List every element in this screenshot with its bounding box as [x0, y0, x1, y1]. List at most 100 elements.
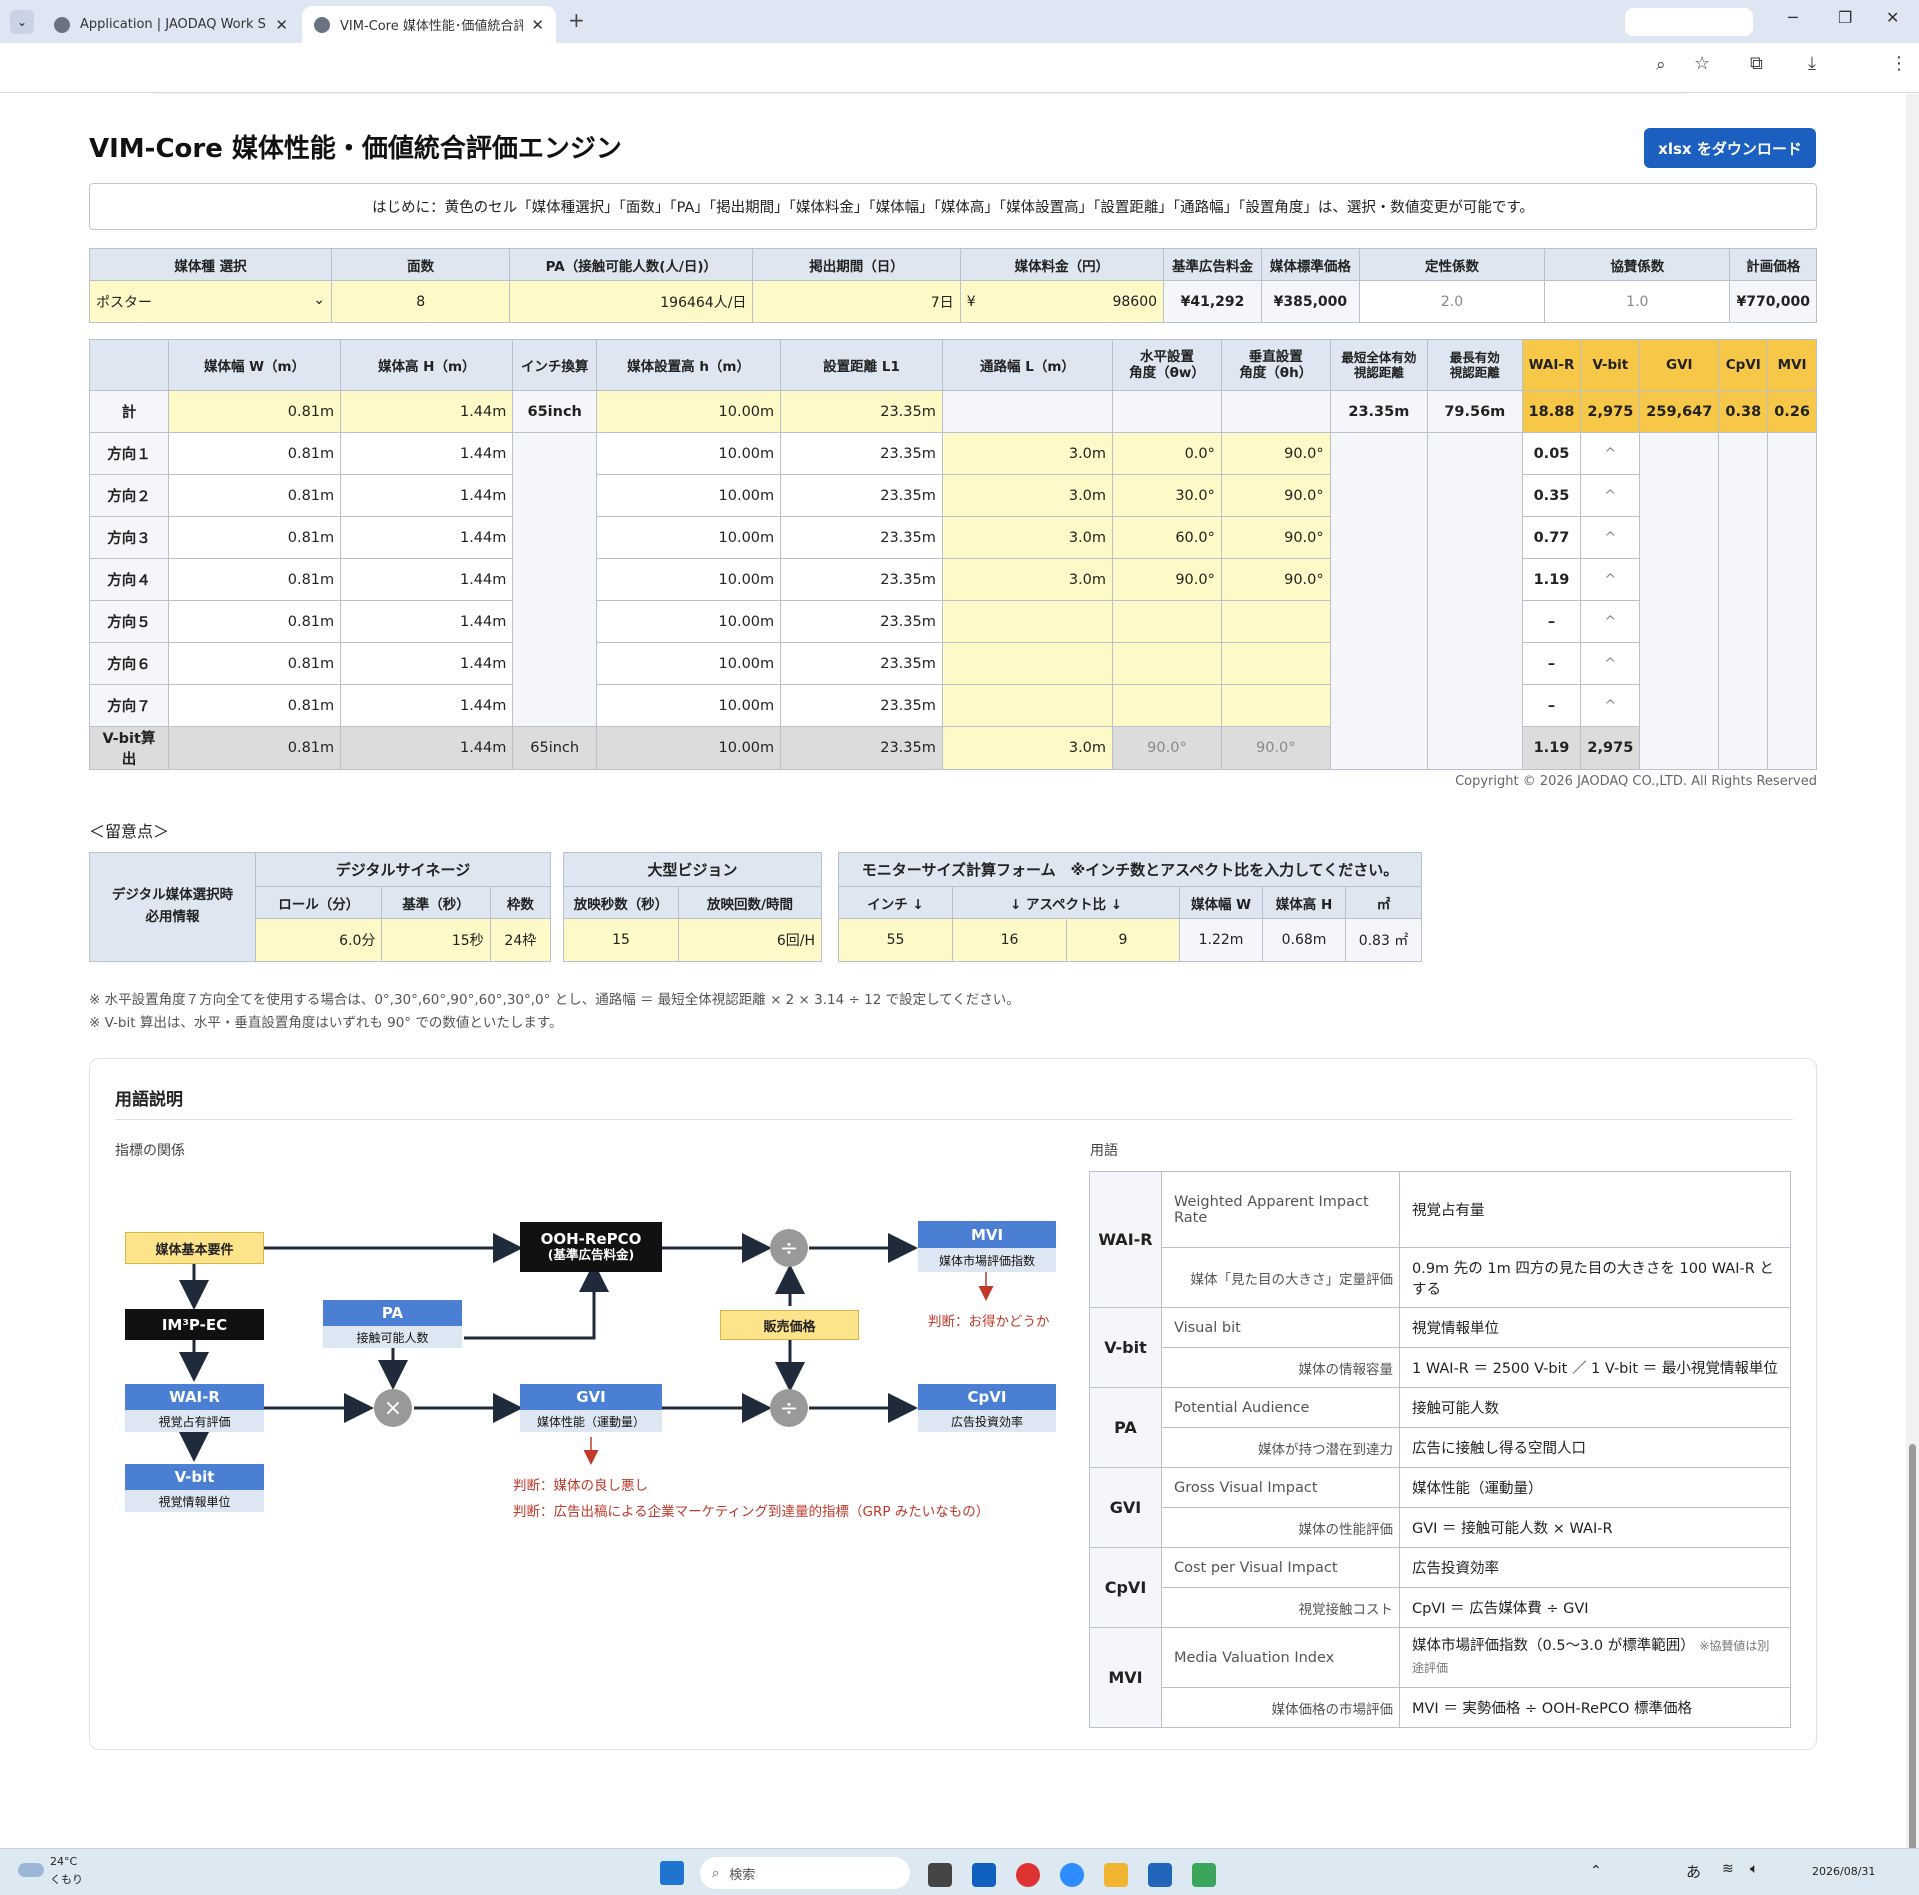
- notes-heading: ＜留意点＞: [89, 822, 170, 841]
- standard-input[interactable]: 15秒: [381, 918, 491, 962]
- col-header: 最長有効 視認距離: [1427, 339, 1523, 391]
- copyright: Copyright © 2026 JAODAQ CO.,LTD. All Rig…: [1455, 774, 1817, 789]
- qual-coef-value: 2.0: [1358, 280, 1546, 323]
- term-abbr: CpVI: [1089, 1547, 1162, 1628]
- globe-icon: [314, 16, 330, 33]
- globe-icon: [54, 16, 70, 33]
- aisle-input[interactable]: 3.0m: [941, 516, 1114, 559]
- col-header: 設置距離 L1: [780, 339, 943, 391]
- angle-w-input[interactable]: [1112, 600, 1222, 643]
- close-icon[interactable]: ✕: [275, 16, 288, 34]
- footnote: ※ 水平設置角度７方向全てを使用する場合は、0°,30°,60°,90°,60°…: [89, 992, 1020, 1008]
- plan-price-value: ¥770,000: [1729, 280, 1817, 323]
- angle-w-input[interactable]: [1112, 684, 1222, 727]
- angle-w-input[interactable]: 90.0°: [1112, 558, 1222, 601]
- node-mvi: MVI: [918, 1221, 1056, 1248]
- media-type-select[interactable]: ポスター ⌄: [88, 280, 333, 323]
- node-vbit: V-bit: [125, 1464, 264, 1490]
- aisle-input[interactable]: 3.0m: [941, 474, 1114, 517]
- aspect-w-input[interactable]: 16: [952, 918, 1067, 962]
- distance-input[interactable]: 23.35m: [780, 390, 943, 433]
- chevron-up-icon[interactable]: ⌃: [1590, 1863, 1602, 1879]
- file-app-icon[interactable]: [928, 1863, 952, 1887]
- angle-h-input[interactable]: [1220, 642, 1331, 685]
- menu-kebab-icon[interactable]: ⋮: [1890, 53, 1908, 74]
- taskbar-search[interactable]: ⌕ 検索: [700, 1857, 910, 1889]
- angle-w-input[interactable]: 0.0°: [1112, 432, 1222, 475]
- col-header: 掲出期間（日）: [752, 248, 961, 281]
- aisle-input[interactable]: [941, 600, 1114, 643]
- xlsx-download-button[interactable]: xlsx をダウンロード: [1644, 128, 1816, 168]
- node-sales-price: 販売価格: [720, 1310, 859, 1340]
- frames-input[interactable]: 24枠: [489, 918, 552, 962]
- folder-icon[interactable]: [1104, 1863, 1128, 1887]
- tab-jaodaq[interactable]: Application | JAODAQ Work Space ✕: [42, 6, 300, 43]
- angle-h-input[interactable]: [1220, 600, 1331, 643]
- aisle-input[interactable]: 3.0m: [941, 432, 1114, 475]
- col-header: 垂直設置 角度（θh）: [1220, 339, 1331, 391]
- angle-w-input[interactable]: [1112, 642, 1222, 685]
- angle-w-input[interactable]: 60.0°: [1112, 516, 1222, 559]
- app-icon[interactable]: [1192, 1863, 1216, 1887]
- angle-h-input[interactable]: 90.0°: [1220, 474, 1331, 517]
- period-input[interactable]: 7日: [752, 280, 961, 323]
- angle-h-input[interactable]: 90.0°: [1220, 516, 1331, 559]
- minimize-icon[interactable]: ─: [1788, 8, 1798, 27]
- wair-total: 18.88: [1521, 390, 1582, 433]
- close-icon[interactable]: ✕: [531, 16, 544, 34]
- col-header: 基準広告料金: [1163, 248, 1262, 281]
- taskbar: 24°C くもり ⌕ 検索 ⌃ あ ≋ 🔈︎ 2026/08/31: [0, 1848, 1919, 1895]
- aisle-input[interactable]: [941, 684, 1114, 727]
- zoom-app-icon[interactable]: [1060, 1863, 1084, 1887]
- node-pa-sub: 接触可能人数: [323, 1326, 462, 1348]
- chrome-icon[interactable]: [1016, 1863, 1040, 1887]
- extensions-icon[interactable]: ⧉: [1750, 53, 1763, 74]
- width-input[interactable]: 0.81m: [167, 390, 342, 433]
- media-summary-table: 媒体種 選択 面数 PA（接触可能人数(人/日)） 掲出期間（日） 媒体料金（円…: [88, 248, 1817, 323]
- aspect-h-input[interactable]: 9: [1066, 918, 1180, 962]
- fee-input[interactable]: ¥98600: [959, 280, 1165, 323]
- tab-search-icon[interactable]: ⌄: [10, 10, 34, 34]
- col-header: PA（接触可能人数(人/日)）: [509, 248, 754, 281]
- download-icon[interactable]: ⤓: [1808, 53, 1816, 74]
- std-price-value: ¥385,000: [1260, 280, 1360, 323]
- pa-input[interactable]: 196464人/日: [509, 280, 754, 323]
- store-icon[interactable]: [1148, 1863, 1172, 1887]
- multiply-icon: ×: [374, 1389, 412, 1427]
- bookmark-star-icon[interactable]: ☆: [1694, 53, 1710, 74]
- scrollbar[interactable]: [1906, 94, 1919, 1884]
- roll-input[interactable]: 6.0分: [254, 918, 383, 962]
- scrollbar-thumb[interactable]: [1909, 1444, 1916, 1884]
- angle-w-input[interactable]: 30.0°: [1112, 474, 1222, 517]
- cpvi-total: 0.38: [1718, 390, 1769, 433]
- zoom-icon[interactable]: ⌕: [1656, 55, 1666, 75]
- speaker-icon[interactable]: 🔈︎: [1750, 1861, 1758, 1877]
- height-input[interactable]: 1.44m: [340, 390, 514, 433]
- restore-icon[interactable]: ❐: [1838, 8, 1852, 27]
- close-window-icon[interactable]: ✕: [1886, 8, 1899, 27]
- col-header: 通路幅 L（m）: [941, 339, 1114, 391]
- vision-count-input[interactable]: 6回/H: [678, 918, 822, 962]
- vbit-aisle-input[interactable]: 3.0m: [941, 726, 1114, 770]
- vision-seconds-input[interactable]: 15: [563, 918, 679, 962]
- clock-date[interactable]: 2026/08/31: [1812, 1865, 1875, 1878]
- inch-input[interactable]: 55: [838, 918, 953, 962]
- judge-gvi: 判断：媒体の良し悪し: [513, 1478, 648, 1494]
- angle-h-input[interactable]: 90.0°: [1220, 432, 1331, 475]
- new-tab-button[interactable]: +: [568, 8, 585, 32]
- ime-indicator[interactable]: あ: [1686, 1861, 1701, 1882]
- profile-chip[interactable]: [1625, 8, 1753, 36]
- aisle-input[interactable]: [941, 642, 1114, 685]
- windows-start-icon[interactable]: [660, 1861, 684, 1885]
- angle-h-input[interactable]: [1220, 684, 1331, 727]
- angle-h-input[interactable]: 90.0°: [1220, 558, 1331, 601]
- table-row: 方向４ 0.81m 1.44m 10.00m 23.35m 3.0m 90.0°…: [89, 558, 1817, 601]
- wifi-icon[interactable]: ≋: [1722, 1861, 1734, 1877]
- faces-input[interactable]: 8: [331, 280, 511, 323]
- cloud-icon: [18, 1863, 44, 1877]
- aisle-input[interactable]: 3.0m: [941, 558, 1114, 601]
- outlook-icon[interactable]: [972, 1863, 996, 1887]
- tab-vimcore[interactable]: VIM-Core 媒体性能･価値統合評価 ✕: [302, 6, 556, 43]
- install-height-input[interactable]: 10.00m: [595, 390, 782, 433]
- node-wair-sub: 視覚占有評価: [125, 1410, 264, 1432]
